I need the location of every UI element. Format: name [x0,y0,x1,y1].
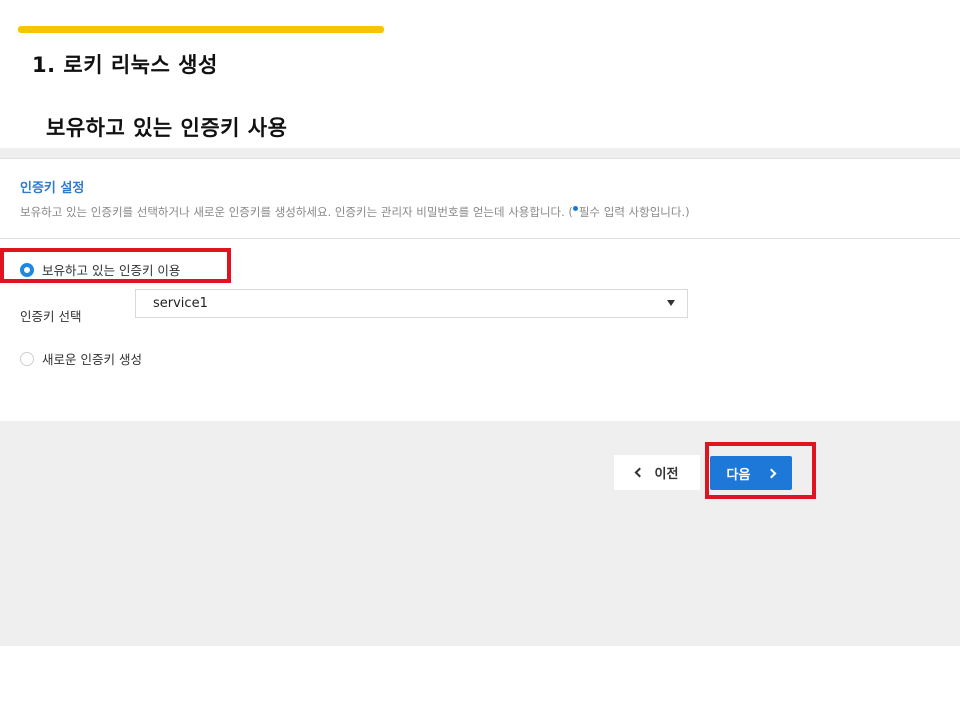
panel-header: 인증키 설정 보유하고 있는 인증키를 선택하거나 새로운 인증키를 생성하세요… [0,159,960,239]
prev-button-label: 이전 [654,467,679,482]
highlight-box-next-button [705,442,816,499]
key-select-label: 인증키 선택 [20,309,82,324]
description-text: 보유하고 있는 인증키를 선택하거나 새로운 인증키를 생성하세요. 인증키는 … [20,205,573,219]
panel-title: 인증키 설정 [20,181,85,196]
key-select-dropdown[interactable]: service1 [135,289,688,318]
slide: 1. 로키 리눅스 생성 보유하고 있는 인증키 사용 인증키 설정 보유하고 … [0,0,960,720]
prev-button[interactable]: 이전 [614,455,700,490]
auth-key-panel: 인증키 설정 보유하고 있는 인증키를 선택하거나 새로운 인증키를 생성하세요… [0,158,960,421]
required-note: 필수 입력 사항입니다.) [578,205,690,219]
radio-unselected-icon[interactable] [20,351,34,366]
panel-description: 보유하고 있는 인증키를 선택하거나 새로운 인증키를 생성하세요. 인증키는 … [20,204,690,220]
accent-bar [18,26,384,33]
radio-new-label: 새로운 인증키 생성 [42,352,142,367]
radio-create-new-key[interactable]: 새로운 인증키 생성 [20,349,142,368]
chevron-left-icon [634,467,644,478]
slide-subtitle: 보유하고 있는 인증키 사용 [46,116,288,140]
slide-title: 1. 로키 리눅스 생성 [32,53,218,77]
required-dot-icon [572,206,578,211]
key-select-value: service1 [153,296,208,311]
caret-down-icon [667,300,675,306]
highlight-box-existing-key [0,248,231,283]
screenshot-area: 인증키 설정 보유하고 있는 인증키를 선택하거나 새로운 인증키를 생성하세요… [0,148,960,646]
